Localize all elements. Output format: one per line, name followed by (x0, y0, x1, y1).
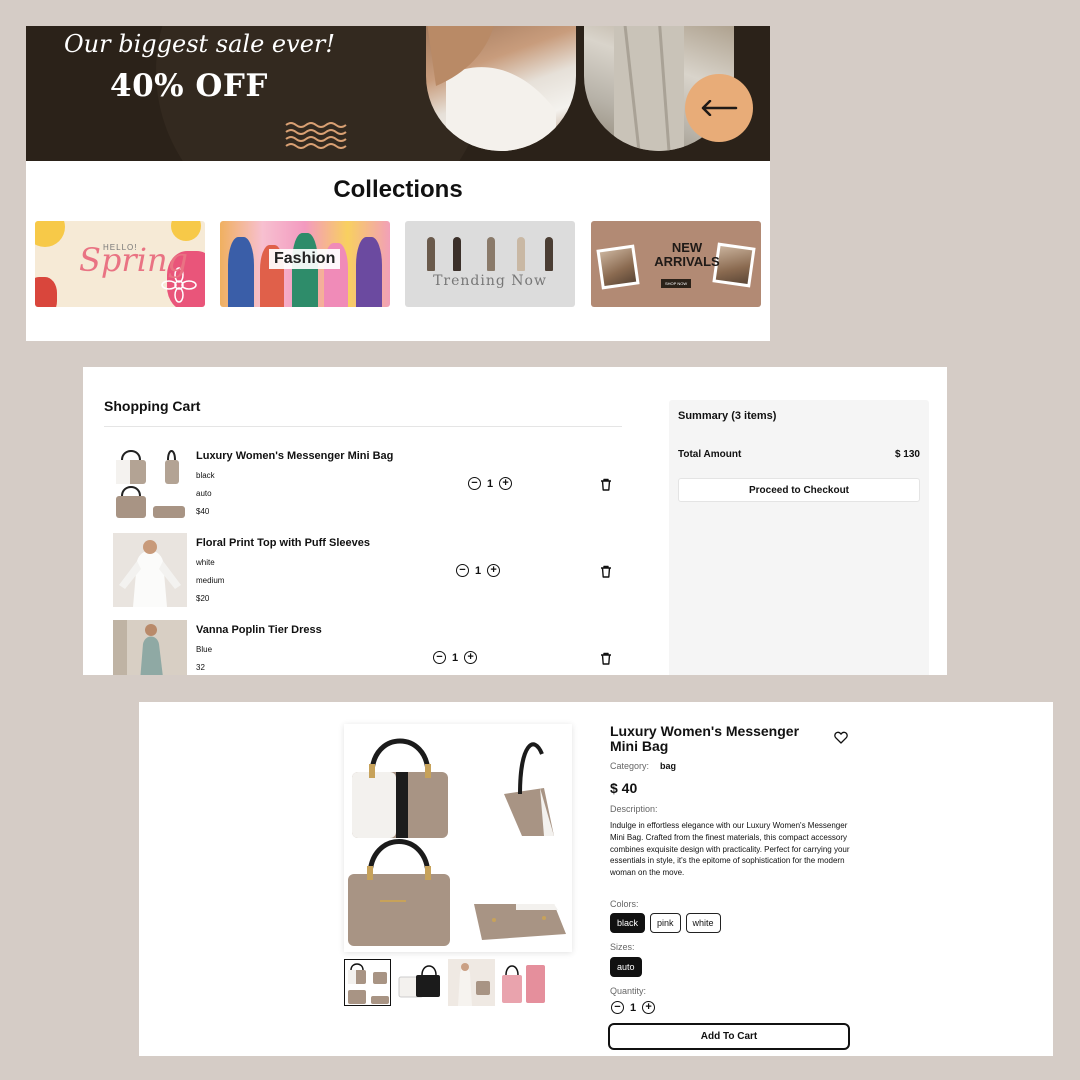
cart-item-image[interactable] (113, 533, 187, 607)
product-main-image[interactable] (344, 724, 572, 952)
model-figure (517, 237, 525, 271)
quantity-stepper: − 1 + (433, 651, 478, 664)
cart-item-name[interactable]: Vanna Poplin Tier Dress (196, 624, 322, 636)
arrow-left-icon (701, 100, 738, 116)
new-arrivals-label: NEW ARRIVALS (654, 240, 720, 269)
cart-item-color: black (196, 471, 215, 480)
increase-quantity-button[interactable]: + (642, 1001, 656, 1014)
product-thumbnail-list (344, 959, 547, 1006)
product-detail-panel: Luxury Women's Messenger Mini Bag Catego… (139, 702, 1053, 1056)
total-amount-value: $ 130 (894, 449, 920, 460)
cart-item: Floral Print Top with Puff Sleeves white… (113, 533, 613, 611)
increase-quantity-button[interactable]: + (464, 651, 478, 664)
cart-item-price: $40 (196, 507, 210, 516)
cart-item-size: auto (196, 489, 212, 498)
shopping-cart-panel: Shopping Cart Luxury Women's Messenger M… (83, 367, 947, 675)
quantity-stepper: − 1 + (456, 564, 501, 577)
model-figure (487, 237, 495, 271)
sale-hero-banner[interactable]: Our biggest sale ever! 40% OFF (26, 26, 770, 161)
sizes-label: Sizes: (610, 942, 635, 952)
hero-discount: 40% OFF (110, 68, 268, 104)
model-figure (356, 237, 382, 307)
color-options: black pink white (610, 913, 721, 933)
cart-item-name[interactable]: Floral Print Top with Puff Sleeves (196, 537, 370, 549)
collections-title: Collections (333, 176, 463, 203)
cart-item-price: $20 (196, 594, 210, 603)
cart-item-name[interactable]: Luxury Women's Messenger Mini Bag (196, 450, 393, 462)
product-title: Luxury Women's Messenger Mini Bag (610, 723, 800, 754)
category-label: Category: (610, 761, 650, 771)
trending-label: Trending Now (433, 273, 547, 289)
product-thumbnail[interactable] (344, 959, 391, 1006)
increase-quantity-button[interactable]: + (499, 477, 513, 490)
shop-now-button[interactable]: SHOP NOW (661, 279, 692, 288)
proceed-to-checkout-button[interactable]: Proceed to Checkout (678, 478, 920, 502)
model-figure (545, 237, 553, 271)
wave-decoration-icon (285, 122, 347, 149)
cart-item: Vanna Poplin Tier Dress Blue 32 − 1 + (113, 620, 613, 675)
decrease-quantity-button[interactable]: − (433, 651, 446, 664)
cart-title: Shopping Cart (104, 398, 201, 414)
quantity-stepper: − 1 + (468, 477, 513, 490)
model-figure (228, 237, 254, 307)
hero-tagline: Our biggest sale ever! (64, 30, 336, 58)
quantity-label: Quantity: (610, 986, 647, 996)
product-description: Indulge in effortless elegance with our … (610, 821, 850, 878)
decrease-quantity-button[interactable]: − (456, 564, 469, 577)
product-price: $ 40 (610, 780, 638, 796)
product-thumbnail[interactable] (448, 959, 495, 1006)
colors-label: Colors: (610, 899, 639, 909)
category-value: bag (660, 761, 677, 771)
quantity-stepper: − 1 + (611, 1001, 656, 1014)
spring-title-text: Spring (79, 241, 189, 279)
total-amount-label: Total Amount (678, 449, 742, 460)
carousel-prev-button[interactable] (685, 74, 753, 142)
cart-item-size: 32 (196, 663, 205, 672)
collection-card-new-arrivals[interactable]: NEW ARRIVALS SHOP NOW (591, 221, 761, 307)
decor-blob (35, 221, 65, 247)
promo-panel: Our biggest sale ever! 40% OFF Collectio… (26, 26, 770, 341)
quantity-value: 1 (630, 1001, 637, 1014)
cart-item-color: Blue (196, 645, 213, 654)
quantity-value: 1 (487, 477, 494, 490)
trash-icon[interactable] (600, 478, 612, 491)
summary-title: Summary (3 items) (678, 410, 777, 422)
add-to-cart-button[interactable]: Add To Cart (608, 1023, 850, 1050)
polaroid-photo (596, 244, 640, 290)
cart-item-size: medium (196, 576, 225, 585)
cart-item-image[interactable] (113, 446, 187, 520)
cart-item-image[interactable] (113, 620, 187, 675)
color-option-white[interactable]: white (685, 913, 721, 933)
cart-item-color: white (196, 558, 215, 567)
cart-item: Luxury Women's Messenger Mini Bag black … (113, 446, 613, 524)
size-options: auto (610, 957, 642, 977)
decor-blob (35, 277, 57, 307)
quantity-value: 1 (475, 564, 482, 577)
color-option-black[interactable]: black (610, 913, 646, 933)
decor-blob (171, 221, 201, 241)
quantity-value: 1 (452, 651, 459, 664)
order-summary: Summary (3 items) Total Amount $ 130 Pro… (669, 400, 929, 675)
color-option-pink[interactable]: pink (650, 913, 681, 933)
model-figure (292, 233, 318, 307)
product-thumbnail[interactable] (500, 959, 547, 1006)
divider (104, 426, 622, 427)
model-figure (453, 237, 461, 271)
collection-card-trending[interactable]: Trending Now (405, 221, 575, 307)
product-thumbnail[interactable] (396, 959, 443, 1006)
collection-card-spring[interactable]: HELLO! Spring (35, 221, 205, 307)
description-label: Description: (610, 804, 658, 814)
collection-card-fashion[interactable]: Fashion (220, 221, 390, 307)
fashion-label: Fashion (269, 249, 341, 269)
size-option-auto[interactable]: auto (610, 957, 642, 977)
decrease-quantity-button[interactable]: − (611, 1001, 624, 1014)
decrease-quantity-button[interactable]: − (468, 477, 481, 490)
trash-icon[interactable] (600, 565, 612, 578)
trash-icon[interactable] (600, 652, 612, 665)
model-figure (427, 237, 435, 271)
increase-quantity-button[interactable]: + (487, 564, 501, 577)
heart-icon[interactable] (834, 731, 848, 744)
